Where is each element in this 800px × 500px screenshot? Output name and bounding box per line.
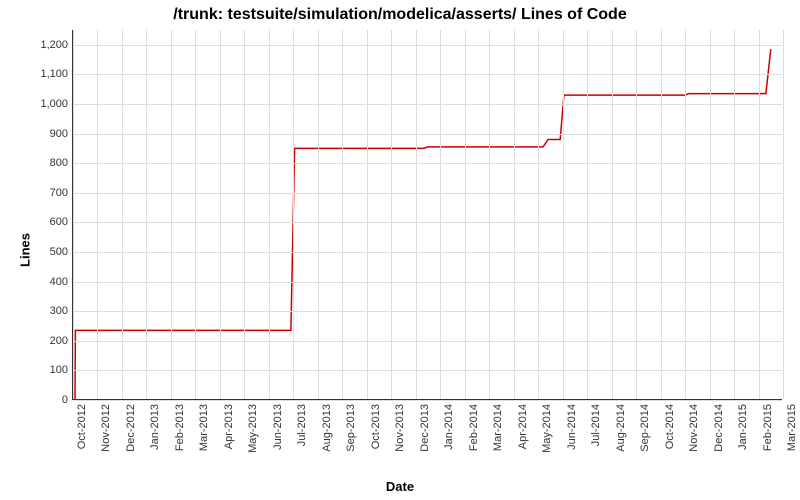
gridline-v xyxy=(171,30,172,399)
x-tick-label: Nov-2012 xyxy=(100,404,112,452)
gridline-v xyxy=(367,30,368,399)
y-tick-label: 500 xyxy=(28,246,68,258)
gridline-v xyxy=(636,30,637,399)
gridline-v xyxy=(195,30,196,399)
gridline-v xyxy=(416,30,417,399)
x-tick-label: Aug-2014 xyxy=(615,404,627,452)
gridline-v xyxy=(440,30,441,399)
x-tick-label: Jan-2013 xyxy=(149,404,161,450)
gridline-h xyxy=(73,222,782,223)
gridline-v xyxy=(734,30,735,399)
x-tick-label: Jul-2013 xyxy=(296,404,308,446)
gridline-h xyxy=(73,370,782,371)
x-tick-label: Apr-2014 xyxy=(517,404,529,449)
gridline-h xyxy=(73,45,782,46)
x-tick-label: Mar-2013 xyxy=(198,404,210,451)
chart-container: /trunk: testsuite/simulation/modelica/as… xyxy=(0,0,800,500)
gridline-v xyxy=(122,30,123,399)
x-tick-label: Nov-2013 xyxy=(394,404,406,452)
x-tick-label: Oct-2013 xyxy=(370,404,382,449)
gridline-h xyxy=(73,74,782,75)
y-tick-label: 1,100 xyxy=(28,68,68,80)
y-tick-label: 800 xyxy=(28,157,68,169)
x-tick-label: Nov-2014 xyxy=(688,404,700,452)
x-tick-label: Jun-2013 xyxy=(272,404,284,450)
gridline-h xyxy=(73,134,782,135)
data-line xyxy=(75,49,771,400)
gridline-v xyxy=(391,30,392,399)
gridline-v xyxy=(269,30,270,399)
gridline-v xyxy=(563,30,564,399)
gridline-v xyxy=(73,30,74,399)
x-tick-label: Jan-2015 xyxy=(737,404,749,450)
x-tick-label: Mar-2014 xyxy=(492,404,504,451)
x-tick-label: Dec-2013 xyxy=(419,404,431,452)
gridline-v xyxy=(220,30,221,399)
x-tick-label: Feb-2013 xyxy=(174,404,186,451)
gridline-v xyxy=(783,30,784,399)
plot-area xyxy=(72,30,782,400)
x-tick-label: Oct-2014 xyxy=(664,404,676,449)
gridline-v xyxy=(489,30,490,399)
line-series xyxy=(73,30,782,399)
y-tick-label: 0 xyxy=(28,394,68,406)
gridline-v xyxy=(342,30,343,399)
chart-title: /trunk: testsuite/simulation/modelica/as… xyxy=(0,6,800,24)
y-tick-label: 600 xyxy=(28,216,68,228)
gridline-v xyxy=(710,30,711,399)
x-tick-label: Sep-2014 xyxy=(639,404,651,452)
x-tick-label: Apr-2013 xyxy=(223,404,235,449)
gridline-h xyxy=(73,163,782,164)
gridline-h xyxy=(73,104,782,105)
gridline-h xyxy=(73,193,782,194)
gridline-h xyxy=(73,400,782,401)
x-tick-label: May-2014 xyxy=(541,404,553,453)
x-tick-label: Jan-2014 xyxy=(443,404,455,450)
gridline-v xyxy=(685,30,686,399)
y-tick-label: 100 xyxy=(28,364,68,376)
x-tick-label: Feb-2014 xyxy=(468,404,480,451)
gridline-v xyxy=(514,30,515,399)
gridline-v xyxy=(244,30,245,399)
gridline-v xyxy=(538,30,539,399)
x-tick-label: Oct-2012 xyxy=(76,404,88,449)
x-tick-label: Feb-2015 xyxy=(762,404,774,451)
gridline-v xyxy=(759,30,760,399)
x-tick-label: Dec-2012 xyxy=(125,404,137,452)
gridline-v xyxy=(612,30,613,399)
x-tick-label: Mar-2015 xyxy=(786,404,798,451)
y-tick-label: 400 xyxy=(28,276,68,288)
y-tick-label: 1,000 xyxy=(28,98,68,110)
gridline-v xyxy=(97,30,98,399)
x-tick-label: Jul-2014 xyxy=(590,404,602,446)
y-tick-label: 900 xyxy=(28,128,68,140)
gridline-h xyxy=(73,311,782,312)
y-tick-label: 300 xyxy=(28,305,68,317)
gridline-v xyxy=(318,30,319,399)
gridline-v xyxy=(465,30,466,399)
x-tick-label: Jun-2014 xyxy=(566,404,578,450)
gridline-v xyxy=(293,30,294,399)
x-tick-label: May-2013 xyxy=(247,404,259,453)
gridline-v xyxy=(587,30,588,399)
x-axis-label: Date xyxy=(0,479,800,494)
gridline-h xyxy=(73,282,782,283)
y-tick-label: 1,200 xyxy=(28,39,68,51)
gridline-h xyxy=(73,341,782,342)
gridline-v xyxy=(661,30,662,399)
y-tick-label: 700 xyxy=(28,187,68,199)
x-tick-label: Aug-2013 xyxy=(321,404,333,452)
gridline-v xyxy=(146,30,147,399)
x-tick-label: Dec-2014 xyxy=(713,404,725,452)
x-tick-label: Sep-2013 xyxy=(345,404,357,452)
y-tick-label: 200 xyxy=(28,335,68,347)
gridline-h xyxy=(73,252,782,253)
